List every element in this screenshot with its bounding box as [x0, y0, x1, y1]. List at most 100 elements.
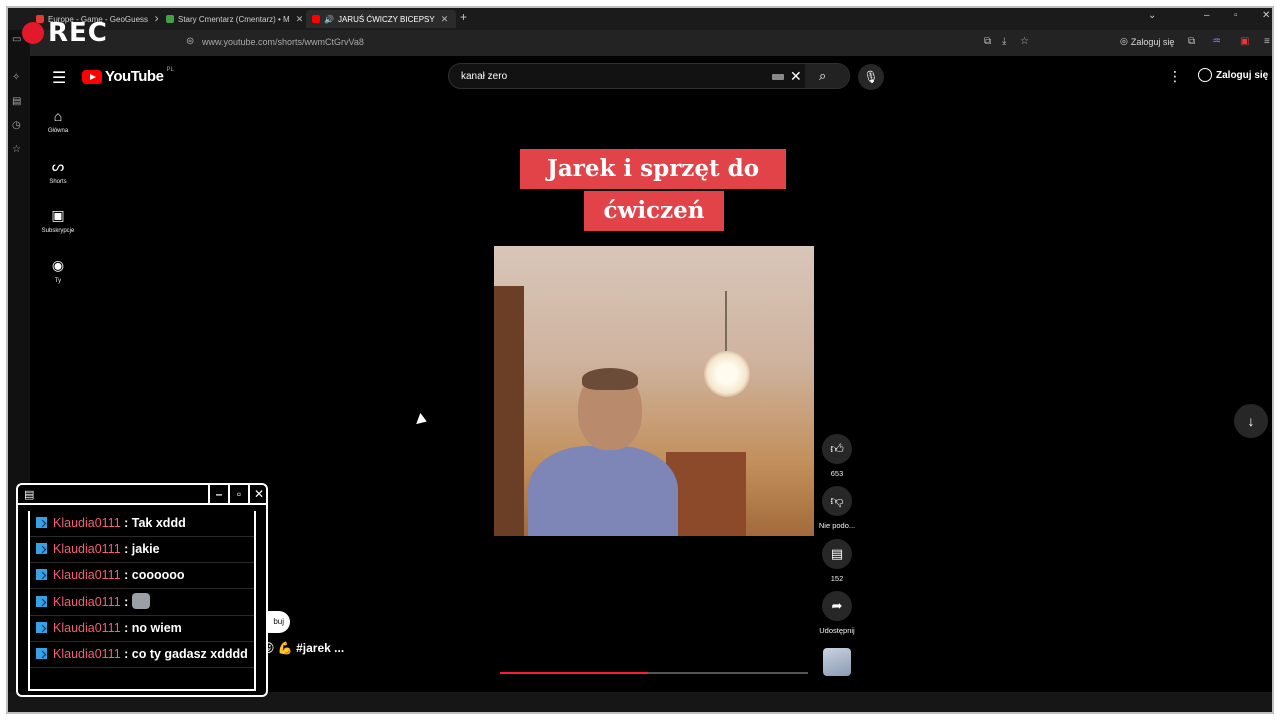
extensions-icon[interactable]: ⧉ — [1188, 36, 1195, 47]
cabinet-shape — [666, 452, 746, 536]
video-progress-fill — [500, 672, 648, 674]
sign-in-label: Zaloguj się — [1216, 69, 1269, 81]
share-button[interactable]: ➦ Udostępnij — [816, 591, 858, 635]
video-progress-bar[interactable] — [500, 672, 808, 674]
chat-username[interactable]: Klaudia0111 — [53, 568, 121, 582]
recording-label: REC — [48, 18, 108, 48]
tab-title: JARUŚ ĆWICZY BICEPSY — [337, 14, 435, 24]
thumbs-down-icon: 👎︎ — [822, 486, 852, 516]
chat-overlay-window[interactable]: ▤ – ▫ ✕ Klaudia0111 : Tak xddd Klaudia01… — [16, 483, 268, 697]
chat-message: Klaudia0111 : no wiem — [30, 616, 254, 642]
sidebar-item-shorts[interactable]: ᔕ Shorts — [36, 158, 80, 185]
history-icon[interactable]: ◷ — [12, 120, 21, 131]
close-tab-icon[interactable]: ✕ — [154, 14, 158, 25]
like-button[interactable]: 👍︎ 653 — [816, 434, 858, 478]
download-icon[interactable]: ⤓ — [1002, 36, 1006, 47]
close-chat-button[interactable]: ✕ — [248, 485, 268, 503]
chat-text: Tak xddd — [131, 516, 186, 530]
maximize-chat-button[interactable]: ▫ — [228, 485, 248, 503]
tab-list-chevron-icon[interactable]: ⌄ — [1148, 10, 1156, 21]
chat-username[interactable]: Klaudia0111 — [53, 595, 121, 609]
browser-login-button[interactable]: ◎ Zaloguj się — [1120, 36, 1174, 47]
tab-youtube[interactable]: 🔊 JARUŚ ĆWICZY BICEPSY ✕ — [306, 10, 456, 28]
close-tab-icon[interactable]: ✕ — [296, 14, 302, 25]
home-icon: ⌂ — [53, 108, 63, 124]
bookmark-star-icon[interactable]: ☆ — [1020, 36, 1029, 47]
browser-menu-icon[interactable]: ≡ — [1264, 36, 1270, 47]
chat-message: Klaudia0111 : jakie — [30, 537, 254, 563]
minimize-window-button[interactable]: – — [1204, 10, 1210, 21]
chat-username[interactable]: Klaudia0111 — [53, 516, 121, 530]
chat-title-bar[interactable]: ▤ – ▫ ✕ — [18, 485, 266, 505]
reading-list-icon[interactable]: ▤ — [12, 96, 21, 107]
sidebar-item-you[interactable]: ◉ Ty — [36, 257, 80, 284]
prime-badge-icon — [36, 596, 47, 607]
youtube-favicon-icon — [312, 15, 320, 23]
voice-search-button[interactable]: 🎙 — [858, 64, 884, 90]
recording-indicator: REC — [22, 18, 108, 48]
channel-avatar[interactable] — [823, 648, 851, 676]
search-bar[interactable]: kanał zero ✕ ⌕ — [448, 63, 850, 89]
comments-button[interactable]: ▤ 152 — [816, 539, 858, 583]
speaker-icon: 🔊 — [324, 14, 334, 24]
prime-badge-icon — [36, 569, 47, 580]
maximize-window-button[interactable]: ▫ — [1234, 10, 1238, 21]
chat-message: Klaudia0111 : co ty gadasz xdddd — [30, 642, 254, 668]
share-arrow-icon: ➦ — [822, 591, 852, 621]
browser-tab-bar: Europe - Game - GeoGuess ✕ Stary Cmentar… — [8, 8, 1272, 30]
tab-cmentarz[interactable]: Stary Cmentarz (Cmentarz) • M ✕ — [160, 10, 302, 28]
lamp-cord-shape — [725, 291, 727, 351]
twitch-extension-icon[interactable]: ♒ — [1212, 36, 1221, 47]
subscriptions-icon: ▣ — [51, 207, 65, 223]
site-info-icon[interactable]: ⊜ — [186, 36, 194, 47]
favorites-star-icon[interactable]: ☆ — [12, 144, 21, 155]
keyboard-icon[interactable] — [772, 74, 784, 80]
chat-username[interactable]: Klaudia0111 — [53, 647, 121, 661]
sidebar-item-subscriptions[interactable]: ▣ Subskrypcje — [36, 207, 80, 234]
youtube-logo[interactable]: YouTube PL — [82, 67, 174, 85]
url-field[interactable]: www.youtube.com/shorts/wwmCtGrvVa8 — [202, 37, 364, 47]
screenshot-icon[interactable]: ⧉ — [984, 36, 991, 47]
dislike-label: Nie podo... — [818, 521, 856, 530]
account-icon: ◉ — [51, 257, 65, 273]
search-input[interactable]: kanał zero — [461, 71, 507, 82]
new-tab-button[interactable]: + — [460, 10, 467, 24]
next-video-button[interactable]: ↓ — [1234, 404, 1268, 438]
sign-in-button[interactable]: Zaloguj się — [1198, 68, 1268, 82]
video-hashtags[interactable]: 😜 💪 #jarek ... — [262, 641, 344, 655]
chat-username[interactable]: Klaudia0111 — [53, 542, 121, 556]
cat-emote-icon — [131, 593, 150, 609]
person-body-shape — [528, 446, 678, 536]
dislike-button[interactable]: 👎︎ Nie podo... — [816, 486, 858, 530]
person-hair-shape — [582, 368, 638, 390]
chat-message: Klaudia0111 : — [30, 589, 254, 616]
chat-text: jakie — [131, 542, 160, 556]
chat-message: Klaudia0111 : Tak xddd — [30, 511, 254, 537]
browser-login-label: Zaloguj się — [1130, 36, 1175, 47]
chat-username[interactable]: Klaudia0111 — [53, 621, 121, 635]
comment-count: 152 — [830, 574, 844, 583]
close-tab-icon[interactable]: ✕ — [441, 14, 449, 25]
arrow-down-icon: ↓ — [1247, 413, 1255, 429]
record-dot-icon — [22, 22, 44, 44]
extension-badge-icon[interactable]: ▣ — [1240, 36, 1249, 47]
sidebar-item-home[interactable]: ⌂ Główna — [36, 108, 80, 134]
chat-bubble-icon: ▤ — [24, 489, 35, 501]
hamburger-menu-icon[interactable]: ☰ — [52, 68, 66, 88]
microphone-icon: 🎙 — [863, 70, 879, 84]
sidebar-item-label: Shorts — [49, 179, 67, 185]
prime-badge-icon — [36, 622, 47, 633]
chat-message-list[interactable]: Klaudia0111 : Tak xddd Klaudia0111 : jak… — [28, 511, 256, 691]
minimize-chat-button[interactable]: – — [208, 485, 228, 503]
shorts-video-player[interactable]: Jarek i sprzęt do ćwiczeń — [494, 100, 814, 680]
clear-search-icon[interactable]: ✕ — [790, 68, 802, 85]
account-icon: ◎ — [1120, 36, 1128, 46]
sidebar-toggle-icon[interactable]: ▭ — [12, 34, 21, 45]
close-window-button[interactable]: ✕ — [1262, 10, 1270, 21]
settings-kebab-icon[interactable]: ⋮ — [1168, 68, 1182, 85]
search-button[interactable]: ⌕ — [805, 64, 849, 88]
youtube-wordmark: YouTube — [105, 68, 164, 85]
account-circle-icon — [1198, 68, 1212, 82]
thumbs-up-icon: 👍︎ — [822, 434, 852, 464]
ai-sparkle-icon[interactable]: ✧ — [12, 72, 20, 83]
